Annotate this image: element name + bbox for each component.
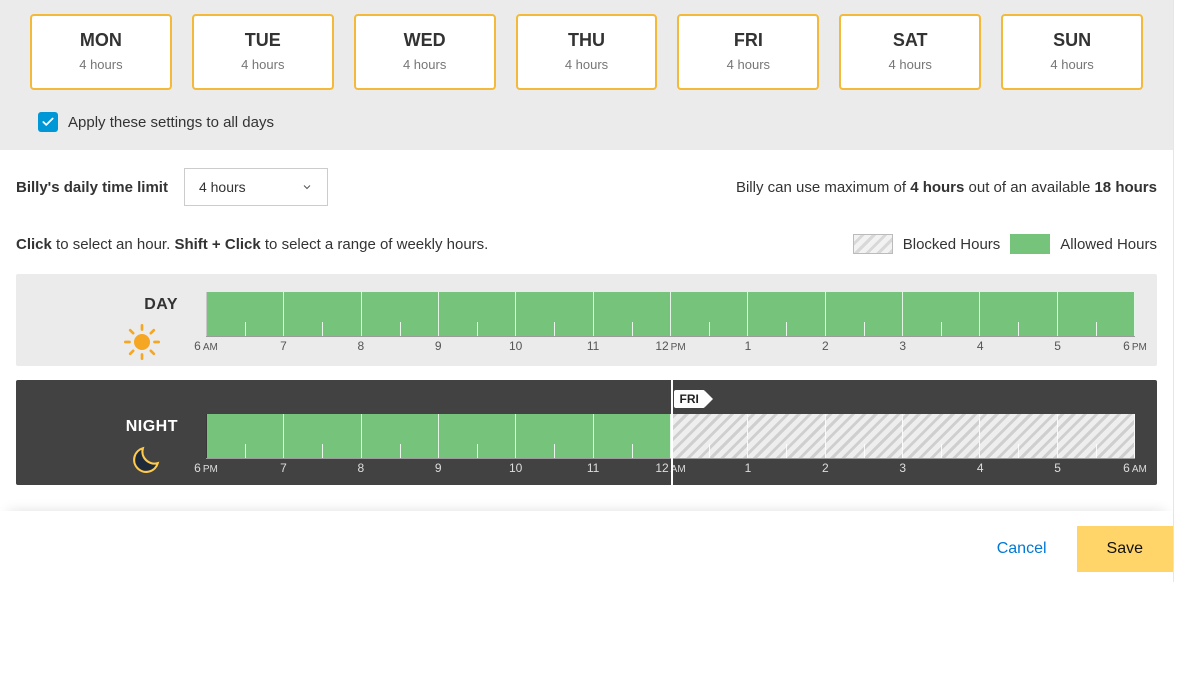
hour-cell[interactable] xyxy=(1058,414,1135,458)
time-tick: 6PM xyxy=(1123,339,1147,353)
time-tick: 5 xyxy=(1054,339,1061,353)
time-tick: 1 xyxy=(745,461,752,475)
daily-limit-dropdown[interactable]: 4 hours xyxy=(184,168,328,206)
hour-cell[interactable] xyxy=(439,414,516,458)
apply-all-checkbox[interactable] xyxy=(38,112,58,132)
hour-cell[interactable] xyxy=(207,292,284,336)
day-card-abbr: FRI xyxy=(679,30,817,51)
day-card-duration: 4 hours xyxy=(1003,57,1141,72)
time-tick: 4 xyxy=(977,461,984,475)
legend-blocked-label: Blocked Hours xyxy=(903,236,1001,253)
daily-limit-selected: 4 hours xyxy=(199,179,246,195)
legend-allowed-label: Allowed Hours xyxy=(1060,236,1157,253)
time-tick: 1 xyxy=(745,339,752,353)
schedule-day-label: DAY xyxy=(38,296,178,314)
time-tick: 12PM xyxy=(655,339,685,353)
day-card-duration: 4 hours xyxy=(841,57,979,72)
time-tick: 6AM xyxy=(1123,461,1147,475)
schedule-night-label: NIGHT xyxy=(38,418,178,436)
day-card-abbr: SUN xyxy=(1003,30,1141,51)
legend-blocked-swatch xyxy=(853,234,893,254)
hour-cell[interactable] xyxy=(903,292,980,336)
schedule-night: NIGHT 6PM 7 8 9 10 11 12AM 1 2 3 4 5 6AM FRI xyxy=(16,380,1157,485)
hour-cell[interactable] xyxy=(980,292,1057,336)
day-card-sat[interactable]: SAT 4 hours xyxy=(839,14,981,90)
hour-cell[interactable] xyxy=(903,414,980,458)
day-card-duration: 4 hours xyxy=(194,57,332,72)
day-card-mon[interactable]: MON 4 hours xyxy=(30,14,172,90)
hour-cell[interactable] xyxy=(594,414,671,458)
hour-cell[interactable] xyxy=(284,292,361,336)
day-card-abbr: TUE xyxy=(194,30,332,51)
chevron-down-icon xyxy=(301,181,313,193)
time-tick: 6PM xyxy=(194,461,218,475)
time-tick: 6AM xyxy=(194,339,218,353)
sun-icon xyxy=(38,322,178,362)
hour-cell[interactable] xyxy=(980,414,1057,458)
schedule-day: DAY 6AM 7 8 9 10 11 12PM 1 2 3 4 5 6PM xyxy=(16,274,1157,366)
hour-cell[interactable] xyxy=(207,414,284,458)
day-card-abbr: SAT xyxy=(841,30,979,51)
day-card-fri[interactable]: FRI 4 hours xyxy=(677,14,819,90)
time-tick: 7 xyxy=(280,339,287,353)
day-card-wed[interactable]: WED 4 hours xyxy=(354,14,496,90)
day-card-sun[interactable]: SUN 4 hours xyxy=(1001,14,1143,90)
time-tick: 7 xyxy=(280,461,287,475)
day-card-tue[interactable]: TUE 4 hours xyxy=(192,14,334,90)
day-card-abbr: THU xyxy=(518,30,656,51)
time-tick: 2 xyxy=(822,339,829,353)
cancel-button[interactable]: Cancel xyxy=(989,530,1055,568)
hour-cell[interactable] xyxy=(826,414,903,458)
day-cards-strip: MON 4 hours TUE 4 hours WED 4 hours THU 4 hours… xyxy=(0,0,1173,150)
day-card-duration: 4 hours xyxy=(518,57,656,72)
time-tick: 9 xyxy=(435,339,442,353)
time-tick: 11 xyxy=(587,461,599,475)
hour-cell[interactable] xyxy=(748,414,825,458)
hour-cell[interactable] xyxy=(516,414,593,458)
hour-cell[interactable] xyxy=(594,292,671,336)
hour-cell[interactable] xyxy=(516,292,593,336)
day-card-duration: 4 hours xyxy=(679,57,817,72)
time-tick: 10 xyxy=(509,339,522,353)
daily-limit-row: Billy's daily time limit 4 hours Billy c… xyxy=(0,150,1173,214)
hour-cell[interactable] xyxy=(671,414,748,458)
hour-cell[interactable] xyxy=(671,292,748,336)
current-day-marker: FRI xyxy=(674,390,705,408)
time-tick: 11 xyxy=(587,339,599,353)
footer-actions: Cancel Save xyxy=(0,511,1173,582)
time-tick: 8 xyxy=(357,339,364,353)
time-tick: 5 xyxy=(1054,461,1061,475)
time-tick: 2 xyxy=(822,461,829,475)
time-tick: 12AM xyxy=(655,461,685,475)
apply-all-label: Apply these settings to all days xyxy=(68,114,274,131)
hour-cell[interactable] xyxy=(362,414,439,458)
legend-allowed-swatch xyxy=(1010,234,1050,254)
hour-cell[interactable] xyxy=(439,292,516,336)
hour-cell[interactable] xyxy=(826,292,903,336)
day-card-duration: 4 hours xyxy=(356,57,494,72)
moon-icon xyxy=(38,444,178,478)
time-tick: 3 xyxy=(899,339,906,353)
hour-cell[interactable] xyxy=(284,414,361,458)
hour-cell[interactable] xyxy=(748,292,825,336)
check-icon xyxy=(41,115,55,129)
day-card-duration: 4 hours xyxy=(32,57,170,72)
time-tick: 9 xyxy=(435,461,442,475)
hour-cell[interactable] xyxy=(362,292,439,336)
time-tick: 3 xyxy=(899,461,906,475)
selection-instructions: Click to select an hour. Shift + Click t… xyxy=(16,236,488,253)
daily-limit-title: Billy's daily time limit xyxy=(16,179,168,196)
time-tick: 10 xyxy=(509,461,522,475)
save-button[interactable]: Save xyxy=(1077,526,1173,572)
time-tick: 8 xyxy=(357,461,364,475)
legend: Blocked Hours Allowed Hours xyxy=(853,234,1157,254)
time-tick: 4 xyxy=(977,339,984,353)
day-card-thu[interactable]: THU 4 hours xyxy=(516,14,658,90)
day-card-abbr: WED xyxy=(356,30,494,51)
hour-cell[interactable] xyxy=(1058,292,1135,336)
daily-limit-summary: Billy can use maximum of 4 hours out of … xyxy=(736,179,1157,196)
day-card-abbr: MON xyxy=(32,30,170,51)
